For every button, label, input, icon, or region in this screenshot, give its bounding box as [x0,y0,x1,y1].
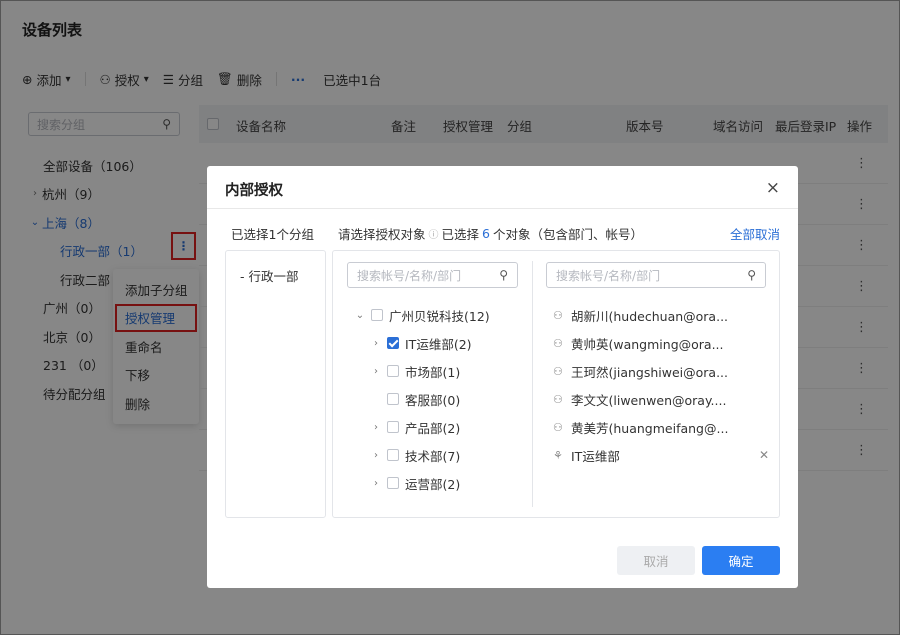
org-checkbox[interactable] [387,421,399,433]
chevron-right-icon[interactable]: › [369,450,383,461]
search-placeholder: 搜索帐号/名称/部门 [556,268,661,283]
confirm-button[interactable]: 确定 [702,546,780,575]
selected-item-label: 王珂然(jiangshiwei@ora... [571,364,729,380]
help-icon: ⓘ [428,230,439,241]
selected-item: ⚘ IT运维部 ✕ [553,445,775,465]
org-checkbox[interactable] [387,449,399,461]
org-tree-item[interactable]: › IT运维部(2) [369,333,472,353]
org-tree-item[interactable]: › 技术部(7) [369,445,460,465]
close-icon[interactable]: × [766,178,780,198]
org-label: 市场部(1) [405,364,461,380]
auth-target-summary: 请选择授权对象 ⓘ 已选择 6 个对象（包含部门、帐号） [338,224,643,243]
org-label: IT运维部(2) [405,336,472,352]
selected-group-item: - 行政一部 [240,269,299,284]
chevron-right-icon[interactable]: › [369,478,383,489]
summary-count: 6 [482,226,490,241]
user-icon: ⚇ [553,364,563,378]
org-label: 广州贝锐科技(12) [389,308,490,324]
selected-item-label: 胡新川(hudechuan@ora... [571,308,729,324]
selected-item: ⚇ 黄美芳(huangmeifang@... [553,417,775,437]
org-tree-item[interactable]: › 运营部(2) [369,473,460,493]
cancel-button[interactable]: 取消 [617,546,695,575]
search-icon: ⚲ [747,268,756,282]
org-checkbox-checked[interactable] [387,337,399,349]
search-placeholder: 搜索帐号/名称/部门 [357,268,462,283]
org-checkbox[interactable] [387,365,399,377]
auth-target-panel: 搜索帐号/名称/部门 ⚲ ⌄ 广州贝锐科技(12) › IT运维部(2) › 市… [332,250,780,518]
remove-icon[interactable]: ✕ [759,448,769,462]
selected-group-panel: - 行政一部 [225,250,326,518]
search-icon: ⚲ [499,268,508,282]
org-label: 运营部(2) [405,476,461,492]
org-tree-root[interactable]: ⌄ 广州贝锐科技(12) [353,305,490,325]
selected-item: ⚇ 王珂然(jiangshiwei@ora... [553,361,775,381]
org-checkbox[interactable] [387,393,399,405]
selected-group-count: 已选择1个分组 [231,227,314,242]
user-icon: ⚇ [553,308,563,322]
dialog-divider [207,208,798,209]
selected-item: ⚇ 李文文(liwenwen@oray.... [553,389,775,409]
dialog-title: 内部授权 [225,183,283,199]
org-tree-item[interactable]: 客服部(0) [369,389,460,409]
org-checkbox[interactable] [387,477,399,489]
selected-item-label: 李文文(liwenwen@oray.... [571,392,727,408]
selected-item-label: 黄帅英(wangming@ora... [571,336,724,352]
summary-prefix: 请选择授权对象 [338,227,426,242]
user-icon: ⚇ [553,420,563,434]
chevron-right-icon[interactable]: › [369,366,383,377]
org-tree-item[interactable]: › 产品部(2) [369,417,460,437]
org-label: 客服部(0) [405,392,461,408]
app-frame: 设备列表 ⊕ 添加 ▾ ⚇ 授权 ▾ ☰ 分组 🗑 删除 ··· 已选中1台 搜… [0,0,900,635]
summary-selected: 已选择 [441,227,480,242]
user-icon: ⚇ [553,392,563,406]
department-icon: ⚘ [553,448,563,462]
selected-item-label: 黄美芳(huangmeifang@... [571,420,729,436]
user-icon: ⚇ [553,336,563,350]
org-tree-item[interactable]: › 市场部(1) [369,361,460,381]
selected-item: ⚇ 黄帅英(wangming@ora... [553,333,775,353]
org-search-input[interactable]: 搜索帐号/名称/部门 ⚲ [347,262,518,288]
selected-item-label: IT运维部 [571,448,620,464]
org-checkbox[interactable] [371,309,383,321]
org-label: 技术部(7) [405,448,461,464]
auth-dialog: 内部授权 × 已选择1个分组 请选择授权对象 ⓘ 已选择 6 个对象（包含部门、… [207,166,798,588]
summary-suffix: 个对象（包含部门、帐号） [492,227,643,242]
chevron-right-icon[interactable]: › [369,338,383,349]
chevron-down-icon[interactable]: ⌄ [353,310,367,321]
selected-item: ⚇ 胡新川(hudechuan@ora... [553,305,775,325]
clear-all-link[interactable]: 全部取消 [730,224,780,243]
org-label: 产品部(2) [405,420,461,436]
selected-search-input[interactable]: 搜索帐号/名称/部门 ⚲ [546,262,766,288]
chevron-right-icon[interactable]: › [369,422,383,433]
panel-divider [532,261,533,507]
